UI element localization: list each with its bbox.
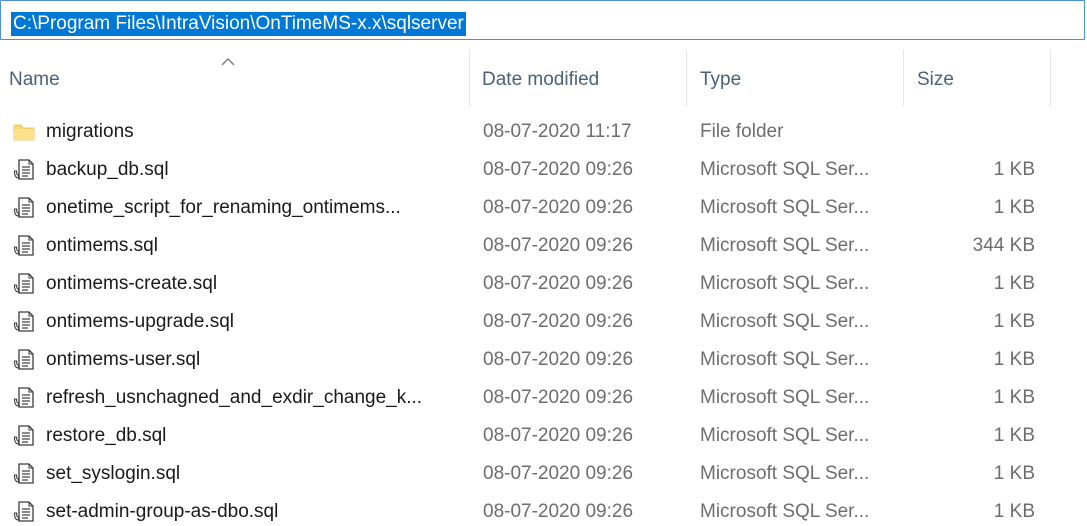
file-type: File folder xyxy=(700,121,784,142)
sql-file-icon xyxy=(12,310,36,334)
file-name: ontimems-upgrade.sql xyxy=(46,311,234,332)
file-type: Microsoft SQL Ser... xyxy=(700,159,870,180)
file-type: Microsoft SQL Ser... xyxy=(700,197,870,218)
file-date-modified: 08-07-2020 09:26 xyxy=(483,159,634,180)
column-header-size[interactable]: Size xyxy=(904,50,1051,106)
file-type: Microsoft SQL Ser... xyxy=(700,273,870,294)
file-date-modified: 08-07-2020 09:26 xyxy=(483,425,634,446)
file-type: Microsoft SQL Ser... xyxy=(700,463,870,484)
file-row[interactable]: backup_db.sql 08-07-2020 09:26 Microsoft S… xyxy=(0,151,1087,189)
address-path-selected[interactable]: C:\Program Files\IntraVision\OnTimeMS-x.… xyxy=(11,12,466,36)
file-date-modified: 08-07-2020 09:26 xyxy=(483,463,634,484)
file-row[interactable]: restore_db.sql 08-07-2020 09:26 Microsoft … xyxy=(0,417,1087,455)
sql-file-icon xyxy=(12,196,36,220)
sql-file-icon xyxy=(12,272,36,296)
file-row[interactable]: onetime_script_for_renaming_ontimems... 0… xyxy=(0,189,1087,227)
sql-file-icon xyxy=(12,462,36,486)
file-type: Microsoft SQL Ser... xyxy=(700,387,870,408)
sql-file-icon xyxy=(12,158,36,182)
sql-file-icon xyxy=(12,386,36,410)
file-type: Microsoft SQL Ser... xyxy=(700,501,870,522)
file-date-modified: 08-07-2020 09:26 xyxy=(483,197,634,218)
file-type: Microsoft SQL Ser... xyxy=(700,349,870,370)
sql-file-icon xyxy=(12,500,36,524)
file-row[interactable]: refresh_usnchagned_and_exdir_change_k...… xyxy=(0,379,1087,417)
file-size: 1 KB xyxy=(993,159,1035,180)
file-date-modified: 08-07-2020 09:26 xyxy=(483,273,634,294)
column-header-type-label: Type xyxy=(700,69,742,90)
file-row[interactable]: ontimems.sql 08-07-2020 09:26 Microsoft SQ… xyxy=(0,227,1087,265)
file-name: ontimems-user.sql xyxy=(46,349,201,370)
address-bar[interactable]: C:\Program Files\IntraVision\OnTimeMS-x.… xyxy=(0,0,1085,40)
file-date-modified: 08-07-2020 09:26 xyxy=(483,235,634,256)
file-name: set_syslogin.sql xyxy=(46,463,181,484)
column-header-name[interactable]: Name xyxy=(0,50,470,106)
file-name: onetime_script_for_renaming_ontimems... xyxy=(46,197,401,218)
file-size: 1 KB xyxy=(993,463,1035,484)
file-row[interactable]: ontimems-create.sql 08-07-2020 09:26 Micro… xyxy=(0,265,1087,303)
file-explorer-window: C:\Program Files\IntraVision\OnTimeMS-x.… xyxy=(0,0,1087,526)
column-header-size-label: Size xyxy=(917,69,954,90)
column-header-name-label: Name xyxy=(9,69,60,90)
file-type: Microsoft SQL Ser... xyxy=(700,235,870,256)
file-type: Microsoft SQL Ser... xyxy=(700,425,870,446)
file-size: 1 KB xyxy=(993,349,1035,370)
file-date-modified: 08-07-2020 11:17 xyxy=(483,121,632,142)
column-header-date-label: Date modified xyxy=(482,69,600,90)
file-row[interactable]: ontimems-upgrade.sql 08-07-2020 09:26 Micr… xyxy=(0,303,1087,341)
sort-up-caret-icon xyxy=(221,58,235,66)
file-size xyxy=(905,113,1035,151)
file-date-modified: 08-07-2020 09:26 xyxy=(483,387,634,408)
file-size: 1 KB xyxy=(993,501,1035,522)
file-date-modified: 08-07-2020 09:26 xyxy=(483,311,634,332)
column-header-type[interactable]: Type xyxy=(687,50,904,106)
sql-file-icon xyxy=(12,234,36,258)
file-list: migrations 08-07-2020 11:17 File folder bac… xyxy=(0,113,1087,526)
file-size: 1 KB xyxy=(993,425,1035,446)
file-row[interactable]: ontimems-user.sql 08-07-2020 09:26 Microso… xyxy=(0,341,1087,379)
folder-icon xyxy=(12,120,36,144)
file-date-modified: 08-07-2020 09:26 xyxy=(483,501,634,522)
file-row[interactable]: set-admin-group-as-dbo.sql 08-07-2020 09:… xyxy=(0,493,1087,526)
column-header-row: Name Date modified Type Size xyxy=(0,50,1087,106)
file-row[interactable]: migrations 08-07-2020 11:17 File folder xyxy=(0,113,1087,151)
file-name: refresh_usnchagned_and_exdir_change_k... xyxy=(46,387,423,408)
file-name: ontimems.sql xyxy=(46,235,158,256)
file-name: restore_db.sql xyxy=(46,425,167,446)
file-size: 1 KB xyxy=(993,197,1035,218)
file-size: 344 KB xyxy=(972,235,1035,256)
file-size: 1 KB xyxy=(993,273,1035,294)
file-size: 1 KB xyxy=(993,311,1035,332)
file-date-modified: 08-07-2020 09:26 xyxy=(483,349,634,370)
file-name: backup_db.sql xyxy=(46,159,169,180)
file-type: Microsoft SQL Ser... xyxy=(700,311,870,332)
file-name: migrations xyxy=(46,121,134,142)
file-name: ontimems-create.sql xyxy=(46,273,218,294)
file-row[interactable]: set_syslogin.sql 08-07-2020 09:26 Microsof… xyxy=(0,455,1087,493)
sql-file-icon xyxy=(12,348,36,372)
column-header-date-modified[interactable]: Date modified xyxy=(470,50,687,106)
file-name: set-admin-group-as-dbo.sql xyxy=(46,501,279,522)
file-size: 1 KB xyxy=(993,387,1035,408)
sql-file-icon xyxy=(12,424,36,448)
